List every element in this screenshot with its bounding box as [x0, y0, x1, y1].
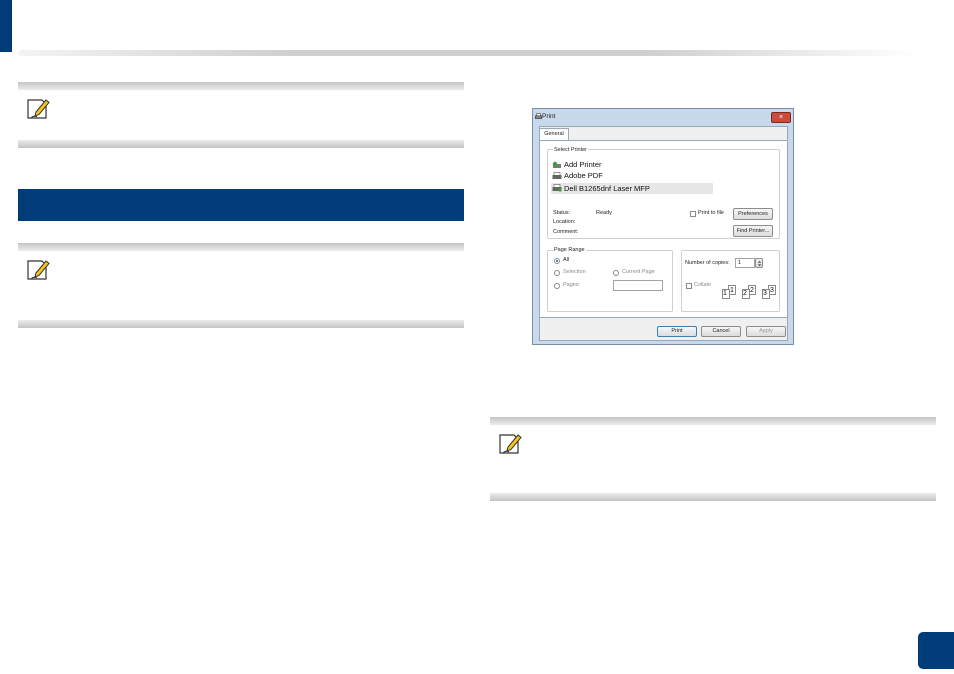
pages-label: Pages:	[563, 282, 581, 288]
note-pencil-icon	[27, 99, 50, 119]
note-box-1	[18, 82, 464, 148]
current-page-radio[interactable]	[613, 270, 619, 276]
copies-spinner[interactable]	[755, 258, 763, 268]
note-bottom-rule	[18, 140, 464, 148]
collate-checkbox[interactable]	[686, 283, 692, 289]
note-bottom-rule	[18, 320, 464, 328]
print-to-file-label: Print to file	[698, 210, 724, 216]
collate-illustration: 1 1 2 2 3 3	[721, 285, 777, 305]
collate-label: Collate	[694, 282, 712, 288]
page-range-label: Page Range	[553, 247, 586, 253]
note-top-rule	[18, 82, 464, 90]
find-printer-button[interactable]: Find Printer...	[733, 225, 773, 237]
select-printer-label: Select Printer	[553, 147, 589, 153]
tab-general[interactable]: General	[539, 128, 569, 140]
current-page-label: Current Page	[622, 269, 655, 275]
note-box-2	[18, 243, 464, 328]
close-icon[interactable]: ×	[771, 112, 791, 123]
note-pencil-icon	[27, 260, 50, 280]
collate-number: 3	[763, 290, 767, 297]
printer-icon	[552, 184, 562, 192]
add-printer-icon	[552, 161, 561, 168]
status-value: Ready	[596, 210, 612, 216]
printer-item-adobe[interactable]: Adobe PDF	[564, 171, 603, 180]
print-to-file-checkbox[interactable]	[690, 211, 696, 217]
section-heading-bar	[18, 189, 464, 221]
pages-radio[interactable]	[554, 283, 560, 289]
page-number-box	[918, 632, 954, 669]
dialog-title: Print	[542, 113, 556, 120]
collate-number: 3	[770, 287, 774, 294]
collate-number: 1	[730, 287, 734, 294]
location-label: Location:	[553, 219, 576, 225]
apply-button[interactable]: Apply	[746, 326, 786, 337]
note-box-3	[490, 417, 936, 501]
printer-icon	[535, 113, 542, 119]
copies-label: Number of copies:	[685, 260, 730, 266]
print-dialog: Print × General Select Printer Add Print…	[532, 108, 794, 345]
note-top-rule	[18, 243, 464, 251]
note-top-rule	[490, 417, 936, 425]
comment-label: Comment:	[553, 229, 579, 235]
collate-number: 2	[743, 290, 747, 297]
note-bottom-rule	[490, 493, 936, 501]
preferences-button[interactable]: Preferences	[733, 208, 773, 220]
collate-number: 1	[723, 290, 727, 297]
selection-radio[interactable]	[554, 270, 560, 276]
header-divider	[18, 50, 918, 56]
spin-arrow-icon	[757, 260, 762, 267]
printer-icon	[552, 172, 562, 179]
copies-input[interactable]: 1	[735, 258, 755, 268]
note-pencil-icon	[499, 434, 522, 454]
selection-label: Selection	[563, 269, 586, 275]
cancel-button[interactable]: Cancel	[701, 326, 741, 337]
header-accent-bar	[0, 0, 12, 52]
all-radio[interactable]	[554, 258, 560, 264]
all-label: All	[563, 257, 570, 263]
print-button[interactable]: Print	[657, 326, 697, 337]
status-label: Status:	[553, 210, 571, 216]
printer-item-dell[interactable]: Dell B1265dnf Laser MFP	[564, 184, 650, 193]
pages-input[interactable]	[613, 280, 663, 291]
printer-item-add[interactable]: Add Printer	[564, 160, 602, 169]
collate-number: 2	[750, 287, 754, 294]
